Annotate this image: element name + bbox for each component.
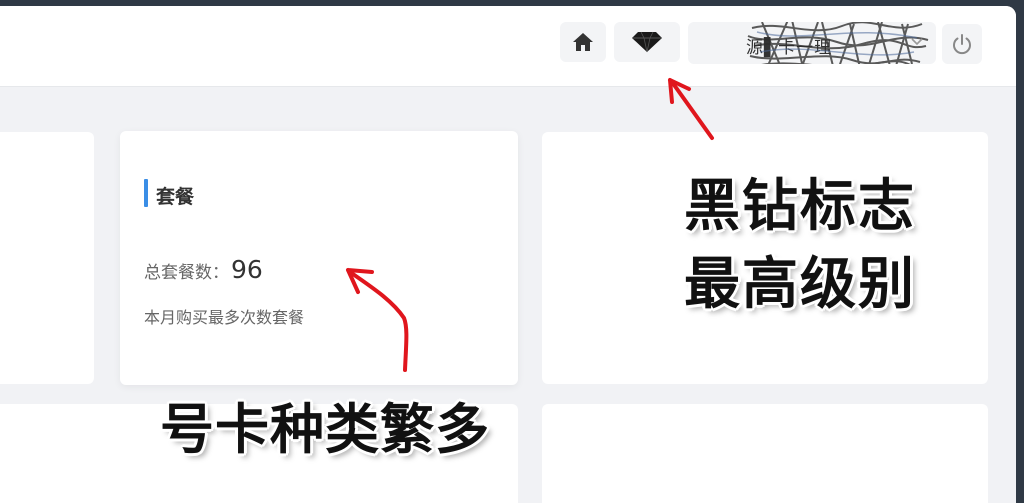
package-card: 套餐 总套餐数：96 本月购买最多次数套餐	[120, 131, 518, 385]
home-button[interactable]	[560, 22, 606, 62]
total-packages-row: 总套餐数：96	[144, 255, 263, 284]
logout-button[interactable]	[942, 24, 982, 64]
user-dropdown[interactable]: 源▌卡一理	[688, 22, 936, 64]
vip-diamond-button[interactable]	[614, 22, 680, 62]
top-package-subtitle: 本月购买最多次数套餐	[144, 308, 305, 327]
power-icon	[953, 34, 971, 55]
total-packages-value: 96	[231, 255, 263, 284]
card-title-accent	[144, 179, 148, 207]
top-header: 源▌卡一理	[0, 6, 1016, 87]
diamond-caption-line1: 黑钻标志	[684, 174, 916, 239]
variety-annotation-caption: 号卡种类繁多	[160, 398, 490, 461]
redaction-scribble	[747, 22, 929, 64]
card-title: 套餐	[156, 186, 195, 208]
stat-card-left	[0, 132, 94, 384]
chevron-down-icon	[911, 38, 923, 46]
stat-card-bottom-right	[542, 404, 988, 503]
diamond-annotation-caption: 黑钻标志 最高级别	[684, 168, 916, 324]
diamond-caption-line2: 最高级别	[684, 252, 916, 317]
diamond-icon	[632, 31, 662, 53]
home-icon	[573, 33, 593, 51]
total-packages-label: 总套餐数：	[144, 263, 229, 283]
